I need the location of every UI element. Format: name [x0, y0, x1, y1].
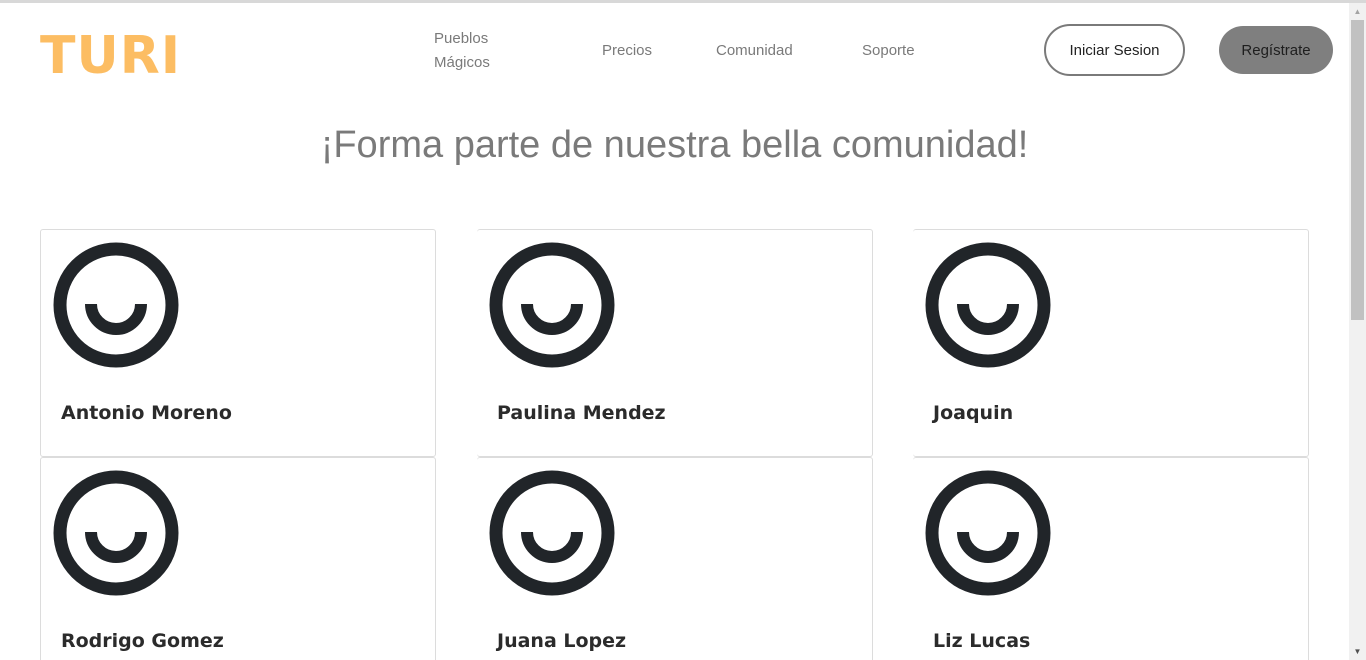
nav-label-line-1: Pueblos [434, 30, 489, 47]
page-headline: ¡Forma parte de nuestra bella comunidad! [320, 124, 1029, 166]
member-name: Juana Lopez [497, 630, 627, 652]
nav-link-soporte[interactable]: Soporte [862, 39, 915, 63]
nav-link-precios[interactable]: Precios [602, 39, 652, 63]
member-name: Antonio Moreno [61, 402, 232, 424]
member-name: Paulina Mendez [497, 402, 666, 424]
member-card[interactable]: Liz Lucas [913, 457, 1309, 660]
member-name: Liz Lucas [933, 630, 1031, 652]
page-viewport: TURI Pueblos Mágicos Precios Comunidad S… [0, 3, 1349, 660]
member-name: Rodrigo Gomez [61, 630, 224, 652]
member-card[interactable]: Joaquin [913, 229, 1309, 457]
login-button[interactable]: Iniciar Sesion [1044, 24, 1185, 76]
smiley-face-icon [489, 242, 615, 368]
logo[interactable]: TURI [40, 26, 181, 86]
nav-link-comunidad[interactable]: Comunidad [716, 39, 793, 63]
member-name: Joaquin [933, 402, 1014, 424]
register-button[interactable]: Regístrate [1219, 26, 1333, 74]
member-card[interactable]: Juana Lopez [477, 457, 873, 660]
scroll-down-arrow-icon[interactable]: ▼ [1349, 643, 1366, 660]
nav-link-pueblos-magicos[interactable]: Pueblos Mágicos [434, 27, 524, 75]
member-card[interactable]: Paulina Mendez [477, 229, 873, 457]
smiley-face-icon [489, 470, 615, 596]
smiley-face-icon [925, 470, 1051, 596]
smiley-face-icon [53, 470, 179, 596]
nav-label-line-2: Mágicos [434, 54, 490, 71]
member-card[interactable]: Rodrigo Gomez [40, 457, 436, 660]
member-card[interactable]: Antonio Moreno [40, 229, 436, 457]
scrollbar-thumb[interactable] [1351, 20, 1364, 320]
scroll-up-arrow-icon[interactable]: ▲ [1349, 3, 1366, 20]
smiley-face-icon [925, 242, 1051, 368]
smiley-face-icon [53, 242, 179, 368]
